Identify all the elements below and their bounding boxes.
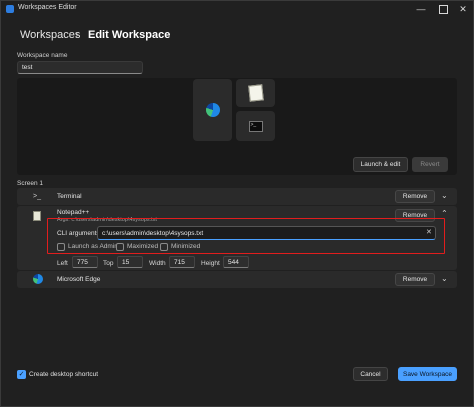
chevron-down-icon[interactable]: ⌄ [441,274,448,283]
top-input[interactable] [117,256,143,268]
notepad-icon [33,211,41,221]
cli-arguments-input[interactable] [97,226,436,240]
screen-label: Screen 1 [17,180,44,187]
chevron-down-icon[interactable]: ⌄ [441,191,448,200]
cancel-button[interactable]: Cancel [353,367,388,381]
clear-icon[interactable]: ✕ [426,228,432,236]
create-shortcut-checkbox[interactable]: ✓ [17,370,26,379]
window-title: Workspaces Editor [18,4,77,11]
width-input[interactable] [169,256,195,268]
height-input[interactable] [223,256,249,268]
workspace-name-label: Workspace name [17,52,68,59]
maximize-icon [438,4,448,14]
remove-edge-button[interactable]: Remove [395,273,435,286]
app-name-terminal: Terminal [57,193,82,200]
app-args-subtitle: Args: c:\users\admin\desktop\4sysops.txt [57,217,157,223]
app-name-notepadpp: Notepad++ [57,209,90,216]
create-shortcut-label: Create desktop shortcut [29,371,99,378]
width-label: Width [149,260,166,267]
launch-as-admin-label: Launch as Admin [68,243,118,250]
save-workspace-button[interactable]: Save Workspace [398,367,457,381]
terminal-icon: >_ [33,193,41,200]
minimized-checkbox[interactable] [160,243,168,251]
maximized-label: Maximized [127,243,159,250]
close-button[interactable]: ✕ [455,2,471,16]
height-label: Height [201,260,220,267]
launch-as-admin-checkbox[interactable] [57,243,65,251]
terminal-icon: >_ [248,120,263,132]
cli-arguments-label: CLI arguments [57,230,100,237]
preview-terminal-window: >_ [236,111,275,141]
app-row-terminal [17,188,457,205]
page-title: Edit Workspace [88,29,171,41]
launch-edit-button[interactable]: Launch & edit [353,157,408,172]
minimized-label: Minimized [171,243,201,250]
chevron-up-icon[interactable]: ⌄ [441,208,448,217]
top-label: Top [103,260,114,267]
maximize-button[interactable] [435,2,451,16]
left-input[interactable] [72,256,98,268]
breadcrumb-chevron-icon: › [75,29,79,41]
app-name-edge: Microsoft Edge [57,276,101,283]
revert-button[interactable]: Revert [412,157,448,172]
notepad-icon [247,84,264,102]
breadcrumb-workspaces[interactable]: Workspaces [20,29,80,41]
minimize-button[interactable]: — [413,2,429,16]
remove-terminal-button[interactable]: Remove [395,190,435,203]
maximized-checkbox[interactable] [116,243,124,251]
edge-icon [205,103,220,117]
left-label: Left [57,260,68,267]
workspace-name-input[interactable] [17,61,143,74]
edge-icon [33,274,43,284]
preview-edge-window [193,79,232,141]
preview-notepad-window [236,79,275,107]
remove-notepadpp-button[interactable]: Remove [395,209,435,222]
app-icon [6,5,14,13]
